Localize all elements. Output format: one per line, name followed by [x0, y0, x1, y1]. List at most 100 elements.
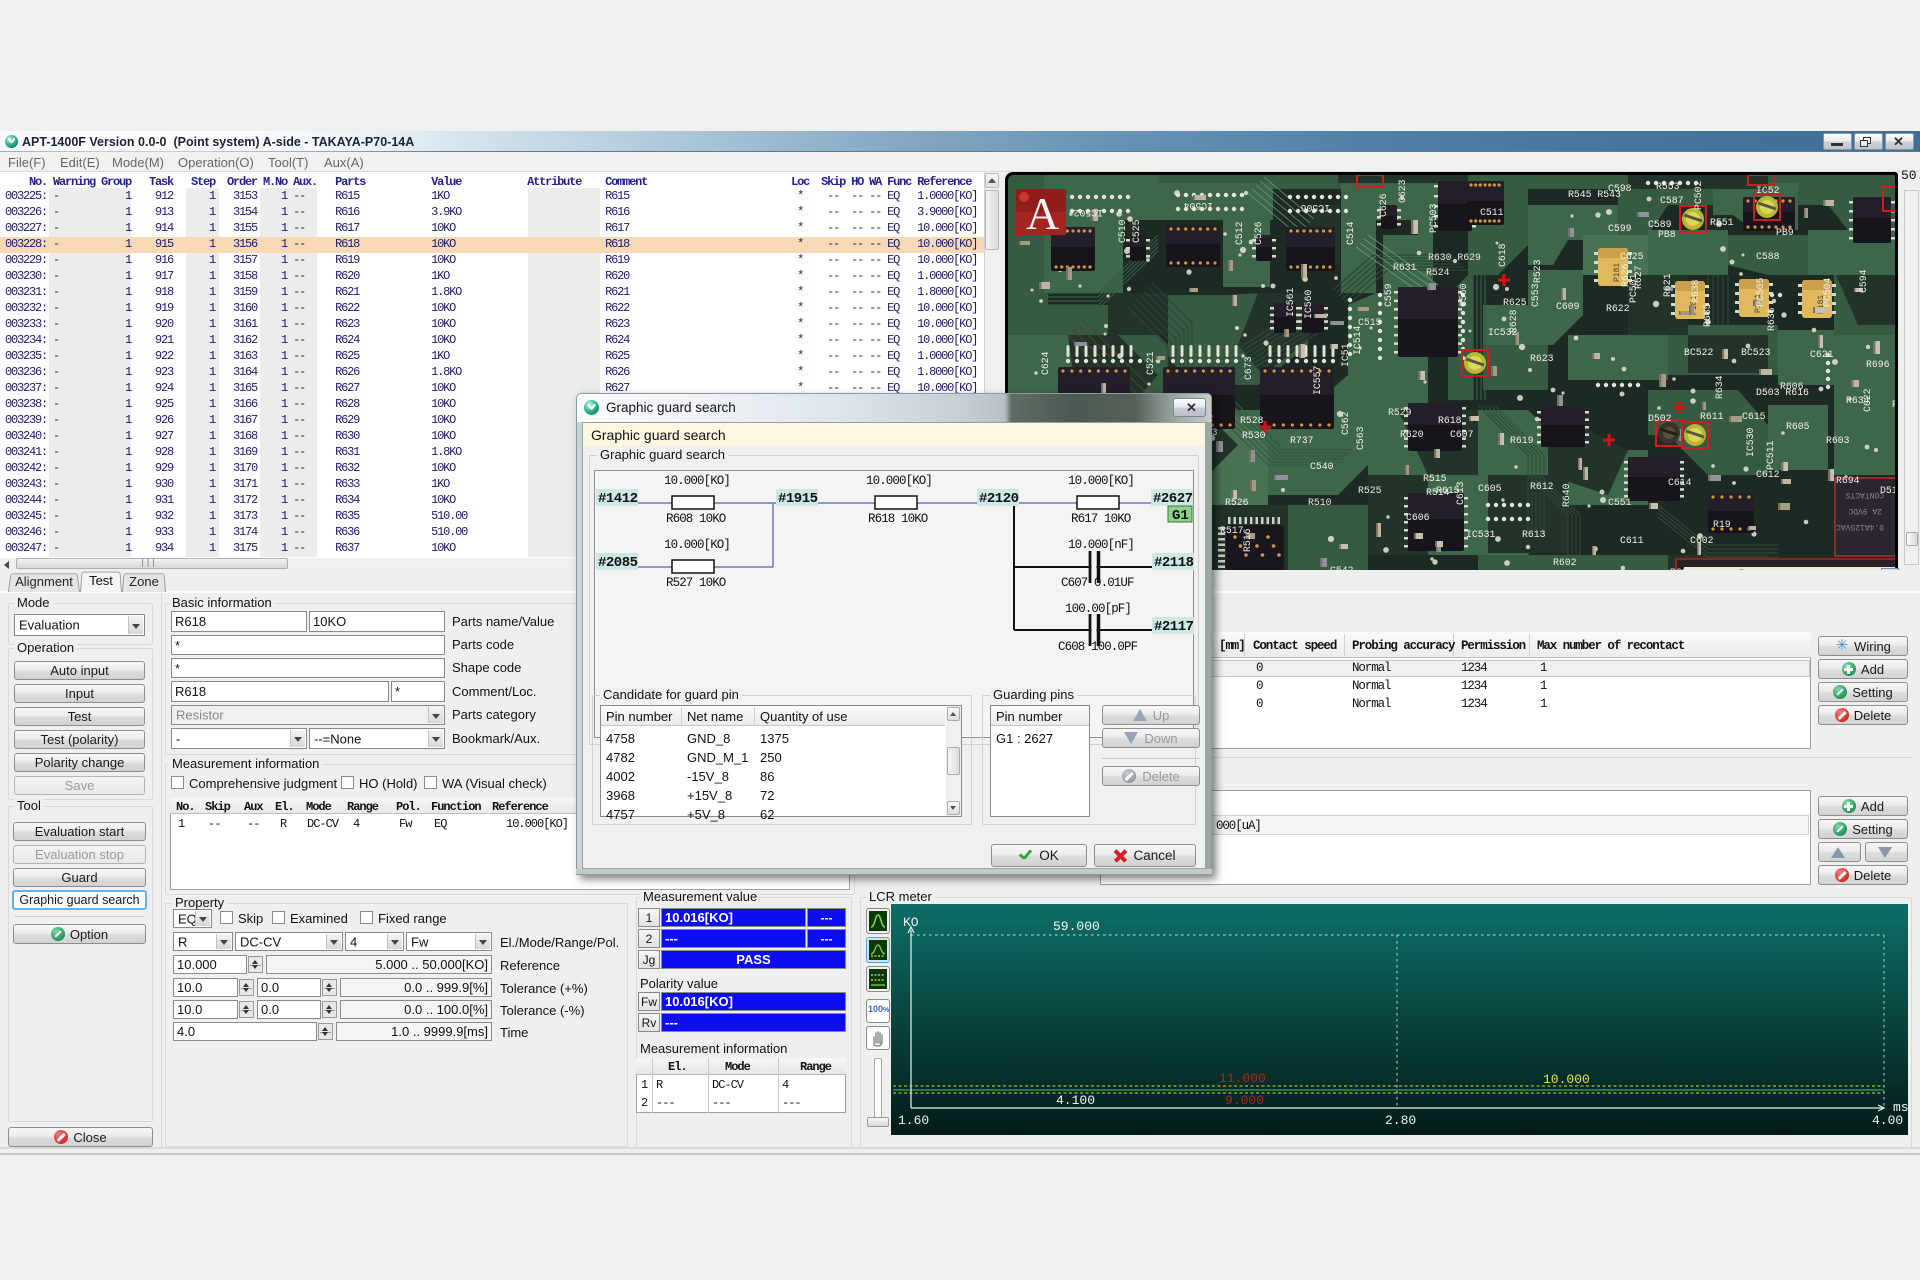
- svg-text:IC502: IC502: [1073, 207, 1103, 218]
- svg-text:R530: R530: [1242, 430, 1266, 441]
- svg-text:R627: R627: [1633, 265, 1644, 289]
- svg-text:A: A: [1026, 188, 1059, 239]
- svg-text:C511: C511: [1480, 207, 1504, 218]
- svg-text:C510: C510: [1117, 219, 1128, 243]
- svg-text:R619: R619: [1510, 435, 1534, 446]
- svg-text:C598: C598: [1608, 183, 1632, 194]
- svg-text:#1915: #1915: [778, 491, 818, 507]
- svg-text:R551: R551: [1710, 217, 1734, 228]
- svg-text:BC523: BC523: [1741, 347, 1771, 358]
- svg-text:C607: C607: [1450, 429, 1474, 440]
- svg-text:10.000: 10.000: [1543, 1072, 1590, 1087]
- svg-text:C526: C526: [1253, 221, 1264, 245]
- svg-text:IC557: IC557: [1312, 365, 1323, 395]
- svg-text:IC531: IC531: [1466, 529, 1496, 540]
- svg-text:R696: R696: [1866, 359, 1890, 370]
- svg-text:R617 10KO: R617 10KO: [1071, 512, 1131, 526]
- svg-text:PB8: PB8: [1658, 229, 1676, 240]
- svg-text:2.80: 2.80: [1385, 1113, 1416, 1128]
- svg-text:C609: C609: [1556, 301, 1580, 312]
- svg-text:R524: R524: [1426, 267, 1450, 278]
- svg-text:#2120: #2120: [979, 491, 1019, 507]
- svg-text:C512: C512: [1234, 221, 1245, 245]
- svg-text:IC506: IC506: [1300, 202, 1330, 213]
- svg-text:C607 0.01UF: C607 0.01UF: [1061, 576, 1134, 590]
- svg-text:R527 10KO: R527 10KO: [666, 576, 726, 590]
- svg-text:IC530: IC530: [1745, 427, 1756, 457]
- svg-text:R515: R515: [1423, 473, 1447, 484]
- svg-text:IC560: IC560: [1303, 289, 1314, 319]
- svg-text:C611: C611: [1620, 535, 1644, 546]
- svg-text:C559: C559: [1383, 283, 1394, 307]
- svg-text:IC514: IC514: [1352, 325, 1363, 355]
- svg-text:R618 10KO: R618 10KO: [868, 512, 928, 526]
- svg-text:CONTACTS: CONTACTS: [1845, 490, 1884, 499]
- svg-text:R621: R621: [1662, 273, 1673, 297]
- svg-text:C626: C626: [1378, 193, 1389, 217]
- svg-text:#2627: #2627: [1153, 491, 1193, 507]
- svg-text:R631: R631: [1393, 262, 1417, 273]
- svg-text:0.4A125VAC: 0.4A125VAC: [1836, 522, 1884, 531]
- svg-text:IC51: IC51: [1340, 343, 1351, 367]
- svg-text:C553: C553: [1530, 283, 1541, 307]
- svg-text:#2117: #2117: [1154, 619, 1194, 635]
- svg-text:C540: C540: [1310, 461, 1334, 472]
- svg-text:PC505: PC505: [1755, 277, 1766, 307]
- svg-text:R529: R529: [1388, 407, 1412, 418]
- svg-text:R525: R525: [1358, 485, 1382, 496]
- svg-text:#2085: #2085: [598, 555, 638, 571]
- svg-text:C602: C602: [1690, 535, 1714, 546]
- svg-text:C594: C594: [1858, 269, 1869, 293]
- svg-text:R514: R514: [1426, 487, 1450, 498]
- svg-text:C673: C673: [1243, 356, 1254, 380]
- svg-text:R636: R636: [1766, 307, 1777, 331]
- svg-text:10.000[KO]: 10.000[KO]: [1068, 474, 1134, 488]
- svg-text:IC532: IC532: [1488, 327, 1518, 338]
- svg-text:R19: R19: [1713, 519, 1731, 530]
- svg-text:R640: R640: [1561, 483, 1572, 507]
- svg-text:C588: C588: [1756, 251, 1780, 262]
- svg-text:10.000[KO]: 10.000[KO]: [866, 474, 932, 488]
- svg-text:C514: C514: [1345, 221, 1356, 245]
- svg-text:C618: C618: [1497, 243, 1508, 267]
- svg-text:9.000: 9.000: [1225, 1093, 1264, 1108]
- svg-text:10.000[KO]: 10.000[KO]: [664, 474, 730, 488]
- svg-text:PC504: PC504: [1822, 277, 1833, 307]
- svg-text:2A 9VDC: 2A 9VDC: [1848, 506, 1882, 515]
- svg-text:C623: C623: [1397, 179, 1408, 203]
- svg-text:C525: C525: [1131, 219, 1142, 243]
- svg-text:R625: R625: [1503, 297, 1527, 308]
- svg-text:PC513: PC513: [1892, 399, 1895, 410]
- svg-text:R634: R634: [1714, 375, 1725, 399]
- svg-text:C521: C521: [1145, 351, 1156, 375]
- svg-text:IC561: IC561: [1285, 287, 1296, 317]
- svg-text:R737: R737: [1290, 435, 1314, 446]
- svg-text:R510: R510: [1308, 497, 1332, 508]
- svg-text:R516: R516: [1242, 528, 1253, 552]
- svg-text:C562: C562: [1340, 411, 1351, 435]
- svg-text:R634: R634: [1846, 395, 1870, 406]
- svg-text:R605: R605: [1786, 421, 1810, 432]
- svg-text:BC522: BC522: [1684, 347, 1714, 358]
- svg-text:D503 R616: D503 R616: [1756, 387, 1809, 398]
- svg-text:C614: C614: [1668, 477, 1692, 488]
- svg-text:C605: C605: [1478, 483, 1502, 494]
- svg-text:PC511: PC511: [1765, 440, 1776, 470]
- svg-text:R611: R611: [1700, 411, 1724, 422]
- svg-text:PC502: PC502: [1693, 180, 1704, 210]
- svg-text:11.000: 11.000: [1219, 1071, 1266, 1086]
- svg-text:4.100: 4.100: [1056, 1093, 1095, 1108]
- svg-text:R553: R553: [1656, 181, 1680, 192]
- svg-text:C560: C560: [1458, 283, 1469, 307]
- svg-text:R618: R618: [1438, 415, 1462, 426]
- svg-text:R612: R612: [1530, 481, 1554, 492]
- svg-text:C615: C615: [1742, 411, 1766, 422]
- svg-text:59.000: 59.000: [1053, 919, 1100, 934]
- svg-text:10.000[nF]: 10.000[nF]: [1068, 538, 1134, 552]
- svg-text:C608 100.0PF: C608 100.0PF: [1058, 640, 1138, 654]
- svg-text:R517: R517: [1220, 525, 1244, 536]
- svg-text:R622: R622: [1606, 303, 1630, 314]
- svg-text:D502: D502: [1648, 413, 1672, 424]
- svg-text:R528: R528: [1240, 415, 1264, 426]
- svg-text:R623: R623: [1530, 353, 1554, 364]
